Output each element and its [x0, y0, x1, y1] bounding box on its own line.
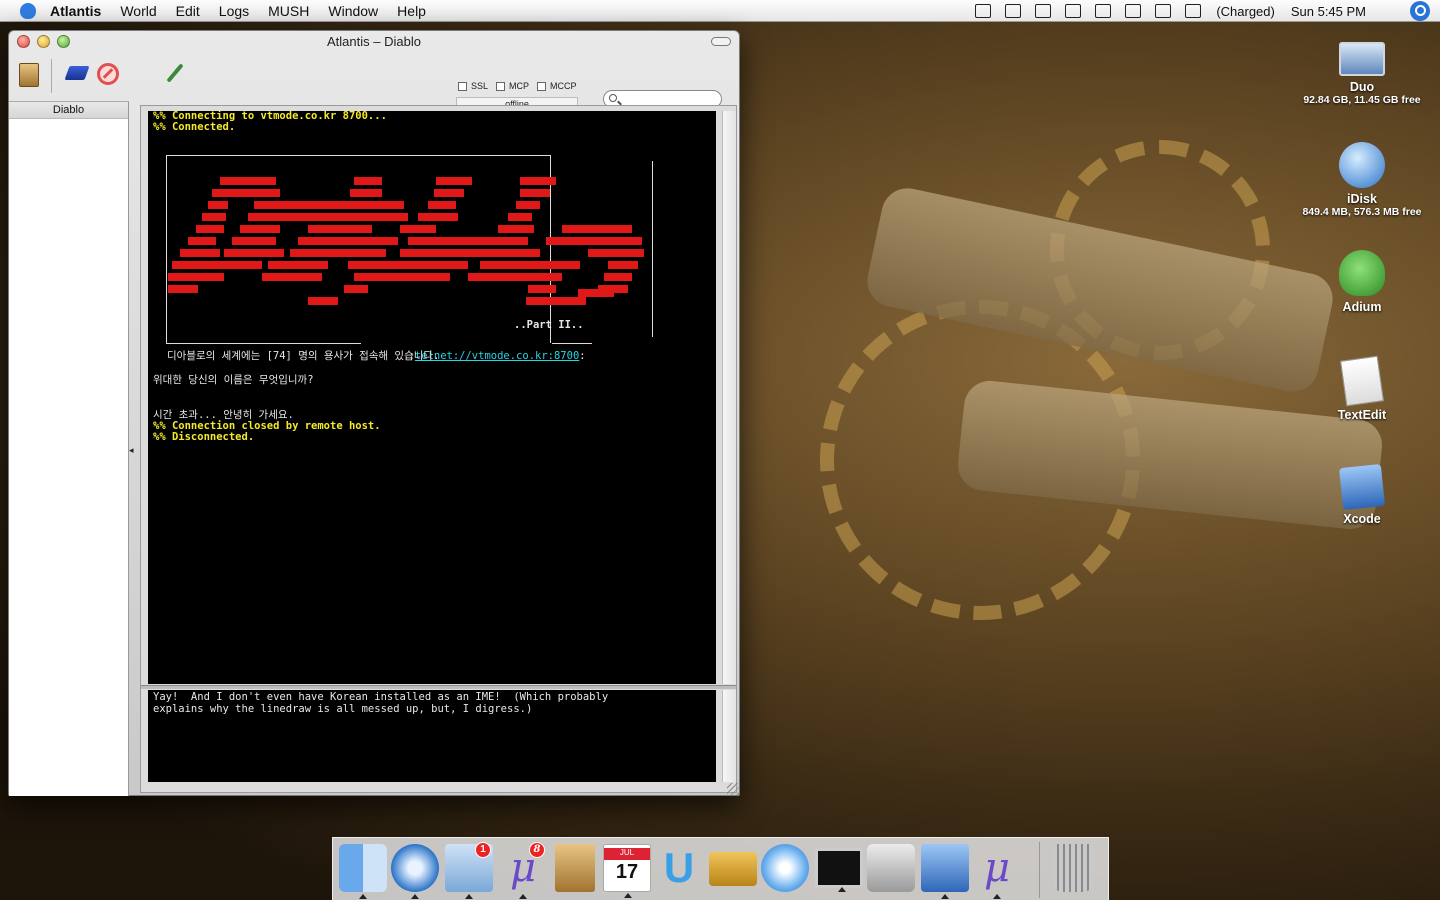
- dock: 1 μ8 JUL 17 U μ: [332, 837, 1109, 900]
- menu-logs[interactable]: Logs: [219, 3, 249, 19]
- menu-world[interactable]: World: [120, 3, 156, 19]
- atlantis-window: Atlantis – Diablo SSL MCP MCCP offline D…: [8, 30, 740, 796]
- volume-icon[interactable]: [1125, 4, 1142, 18]
- protocol-options: SSL MCP MCCP: [458, 81, 577, 91]
- log-disconnected: %% Disconnected.: [153, 431, 255, 443]
- world-sidebar: Diablo: [9, 101, 129, 796]
- mcp-checkbox[interactable]: MCP: [496, 81, 529, 91]
- apple-menu-icon[interactable]: [20, 2, 36, 19]
- ssl-checkbox[interactable]: SSL: [458, 81, 488, 91]
- pane-splitter[interactable]: [141, 685, 736, 689]
- display-mirror-icon[interactable]: [975, 4, 992, 18]
- desktop-icon-label: Adium: [1342, 300, 1382, 314]
- menu-edit[interactable]: Edit: [176, 3, 200, 19]
- hard-drive-icon: [1339, 42, 1385, 76]
- window-title: Atlantis – Diablo: [327, 34, 421, 49]
- desktop-icon-label: Xcode: [1343, 512, 1381, 526]
- dock-ical-icon[interactable]: JUL 17: [603, 844, 651, 898]
- battery-icon[interactable]: [1185, 4, 1202, 18]
- textedit-icon: [1339, 355, 1385, 407]
- power-icon[interactable]: [1035, 4, 1052, 18]
- menu-app-name[interactable]: Atlantis: [50, 3, 101, 19]
- name-prompt-line: 위대한 당신의 이름은 무엇입니까?: [153, 374, 314, 386]
- wallpaper-plate: [862, 183, 1338, 397]
- resize-grip-icon[interactable]: [727, 783, 739, 795]
- bluetooth-icon[interactable]: [1381, 4, 1397, 18]
- input-line-2: explains why the linedraw is all messed …: [153, 702, 533, 715]
- menu-mush[interactable]: MUSH: [268, 3, 309, 19]
- mu-badge: 8: [529, 842, 545, 858]
- sidebar-item-diablo[interactable]: Diablo: [9, 102, 128, 119]
- disconnect-icon[interactable]: [97, 63, 119, 85]
- spotlight-icon[interactable]: [1410, 1, 1430, 21]
- dock-mail-icon[interactable]: 1: [445, 842, 493, 899]
- desktop-icon-label: TextEdit: [1337, 408, 1387, 422]
- menu-clock[interactable]: Sun 5:45 PM: [1291, 4, 1366, 19]
- desktop-icon-adium[interactable]: Adium: [1292, 250, 1432, 314]
- dock-trash-icon[interactable]: [1053, 844, 1093, 892]
- sidebar-collapse-arrow-icon[interactable]: ◂: [129, 445, 134, 456]
- title-bar[interactable]: Atlantis – Diablo: [9, 31, 739, 53]
- document-icon[interactable]: [1005, 4, 1022, 18]
- dock-separator: [1039, 842, 1040, 898]
- ansi-part-label: ..Part II..: [514, 319, 584, 331]
- telnet-url-link[interactable]: telnet://vtmode.co.kr:8700: [415, 350, 579, 362]
- wallpaper-gear-small: [1050, 140, 1270, 360]
- dock-safari-icon[interactable]: [391, 844, 439, 899]
- telnet-suffix: :: [579, 349, 586, 362]
- search-icon: [609, 94, 617, 102]
- dock-omniweb-icon[interactable]: U: [655, 844, 703, 892]
- menu-bar: Atlantis World Edit Logs MUSH Window Hel…: [0, 0, 1440, 22]
- toolbar-toggle-button[interactable]: [711, 37, 731, 46]
- input-line-1: Yay! And I don't even have Korean instal…: [153, 691, 609, 703]
- terminal-output: %% Connecting to vtmode.co.kr 8700... %%…: [148, 111, 716, 684]
- toolbar: SSL MCP MCCP offline: [9, 53, 739, 111]
- desktop-icon-duo[interactable]: Duo 92.84 GB, 11.45 GB free: [1292, 34, 1432, 106]
- dock-xcode-icon[interactable]: [921, 844, 969, 899]
- dock-system-preferences-icon[interactable]: [867, 844, 915, 892]
- ansi-frame-bottom-right: [552, 343, 592, 344]
- dock-mu-icon[interactable]: μ8: [499, 842, 547, 899]
- sync-icon[interactable]: [1065, 4, 1082, 18]
- calendar-day: 17: [615, 861, 639, 883]
- address-book-icon[interactable]: [19, 63, 39, 87]
- menu-help[interactable]: Help: [397, 3, 426, 19]
- battery-status[interactable]: (Charged): [1216, 4, 1275, 19]
- command-input[interactable]: Yay! And I don't even have Korean instal…: [148, 690, 716, 782]
- adium-duck-icon: [1339, 250, 1385, 296]
- desktop-icon-textedit[interactable]: TextEdit: [1292, 355, 1432, 422]
- dock-terminal-icon[interactable]: [815, 848, 863, 892]
- desktop-icon-label: iDisk: [1347, 192, 1377, 206]
- edit-world-icon[interactable]: [161, 60, 189, 88]
- mail-badge: 1: [475, 842, 491, 858]
- output-scrollbar[interactable]: [722, 111, 736, 684]
- wifi-icon[interactable]: [1095, 4, 1112, 18]
- status-menus: (Charged) Sun 5:45 PM: [968, 0, 1440, 22]
- idisk-icon: [1339, 142, 1385, 188]
- dock-address-book-icon[interactable]: [555, 844, 595, 892]
- mccp-checkbox[interactable]: MCCP: [537, 81, 577, 91]
- diablo-ansi-logo: [168, 177, 644, 305]
- wallpaper-gear: [820, 300, 1140, 620]
- us-flag-icon[interactable]: [1155, 4, 1172, 18]
- log-connected: %% Connected.: [153, 121, 236, 133]
- dock-finder-icon[interactable]: [339, 844, 387, 899]
- calendar-month: JUL: [604, 848, 650, 860]
- ansi-frame-bottom-left: [166, 343, 361, 344]
- menu-window[interactable]: Window: [328, 3, 378, 19]
- connect-icon[interactable]: [65, 60, 93, 88]
- toolbar-separator: [51, 59, 52, 93]
- dock-mu-second-icon[interactable]: μ: [973, 844, 1021, 899]
- desktop-icon-detail: 92.84 GB, 11.45 GB free: [1303, 94, 1421, 106]
- xcode-hammer-icon: [1338, 463, 1386, 511]
- input-scrollbar[interactable]: [722, 690, 736, 782]
- dock-itunes-icon[interactable]: [761, 844, 809, 892]
- dock-transmit-icon[interactable]: [709, 852, 757, 886]
- desktop-icon-detail: 849.4 MB, 576.3 MB free: [1302, 206, 1422, 218]
- desktop-icon-label: Duo: [1349, 80, 1375, 94]
- users-online-line: 디아블로의 세계에는 [74] 명의 용사가 접속해 있습니다.: [167, 350, 440, 362]
- session-area: %% Connecting to vtmode.co.kr 8700... %%…: [140, 105, 737, 793]
- desktop-icon-idisk[interactable]: iDisk 849.4 MB, 576.3 MB free: [1292, 142, 1432, 218]
- desktop-icon-xcode[interactable]: Xcode: [1292, 463, 1432, 526]
